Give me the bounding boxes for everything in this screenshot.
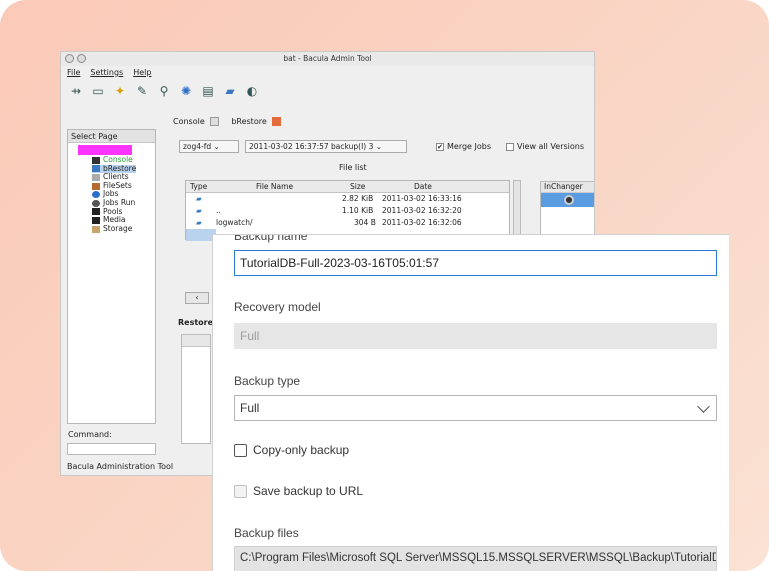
filesets-icon xyxy=(92,182,100,190)
backup-name-label: Backup name xyxy=(234,234,308,243)
tab-bar: Console bRestore xyxy=(173,117,282,126)
folder-icon: ▰ xyxy=(196,218,202,227)
folder-icon: ▰ xyxy=(196,206,202,215)
tab-brestore[interactable]: bRestore xyxy=(231,117,282,126)
folder-icon[interactable]: ▰ xyxy=(221,82,239,100)
view-all-versions-label: View all Versions xyxy=(517,142,585,151)
command-input[interactable] xyxy=(67,443,156,455)
command-label: Command: xyxy=(68,430,112,439)
tab-console[interactable]: Console xyxy=(173,117,220,126)
recovery-model-field: Full xyxy=(234,323,717,349)
table-row[interactable]: ▰ 2.82 KiB 2011-03-02 16:33:16 xyxy=(186,193,509,205)
recovery-model-label: Recovery model xyxy=(234,300,321,314)
changer-row[interactable] xyxy=(541,193,594,207)
select-page-header: Select Page xyxy=(68,130,155,143)
in-changer-icon xyxy=(564,195,574,205)
tab-label: bRestore xyxy=(231,117,267,126)
file-size: 2.82 KiB xyxy=(342,194,374,203)
tree-root-director[interactable] xyxy=(78,145,132,155)
backup-name-input[interactable]: TutorialDB-Full-2023-03-16T05:01:57 xyxy=(234,250,717,276)
file-list-header: Type File Name Size Date xyxy=(186,181,509,193)
page-tree: Console bRestore Clients FileSets Jobs J… xyxy=(92,155,137,234)
status-bar-text: Bacula Administration Tool xyxy=(67,462,174,471)
file-size: 1.10 KiB xyxy=(342,206,374,215)
changer-header: InChanger xyxy=(541,182,594,193)
client-combo-value: zog4-fd xyxy=(183,142,212,151)
toolbar: ⇸ ▭ ✦ ✎ ⚲ ✺ ▤ ▰ ◐ xyxy=(67,82,261,100)
tree-item-storage[interactable]: Storage xyxy=(92,223,136,234)
file-date: 2011-03-02 16:32:06 xyxy=(382,218,462,227)
previous-button[interactable]: ‹ xyxy=(185,292,209,304)
restore-table xyxy=(181,334,211,444)
save-to-url-label: Save backup to URL xyxy=(253,484,364,498)
window-icon[interactable]: ▭ xyxy=(89,82,107,100)
tree-item-label: Storage xyxy=(103,223,133,233)
window-title: bat - Bacula Admin Tool xyxy=(283,54,372,63)
column-header-date[interactable]: Date xyxy=(414,182,432,191)
checkbox-disabled-icon xyxy=(234,484,247,498)
table-row[interactable]: ▰ logwatch/ 304 B 2011-03-02 16:32:06 xyxy=(186,217,509,229)
restore-icon xyxy=(92,165,100,173)
console-icon xyxy=(92,156,100,164)
table-row[interactable]: ▰ .. 1.10 KiB 2011-03-02 16:32:20 xyxy=(186,205,509,217)
client-combo[interactable]: zog4-fd ⌄ xyxy=(179,140,239,153)
jobs-run-icon xyxy=(92,199,100,207)
close-icon[interactable] xyxy=(272,117,282,126)
copy-only-checkbox[interactable]: Copy-only backup xyxy=(234,443,349,457)
changer-table: InChanger xyxy=(540,181,594,241)
merge-jobs-checkbox[interactable]: ✔ Merge Jobs xyxy=(436,142,491,151)
chevron-down-icon xyxy=(697,400,710,413)
copy-only-label: Copy-only backup xyxy=(253,443,350,457)
file-name: .. xyxy=(216,206,221,215)
storage-icon xyxy=(92,225,100,233)
restore-table-header xyxy=(182,335,210,347)
backup-files-path[interactable]: C:\Program Files\Microsoft SQL Server\MS… xyxy=(234,546,717,571)
select-page-panel: Select Page Console bRestore Clients Fil… xyxy=(67,129,156,424)
menu-file[interactable]: File xyxy=(67,68,80,77)
backup-files-label: Backup files xyxy=(234,526,299,540)
file-list-table: Type File Name Size Date ▰ 2.82 KiB 2011… xyxy=(185,180,510,241)
checkbox-icon xyxy=(234,443,247,457)
title-bar: bat - Bacula Admin Tool xyxy=(61,52,594,66)
backup-type-value: Full xyxy=(240,401,260,415)
file-name: logwatch/ xyxy=(216,218,253,227)
edit-icon[interactable]: ✎ xyxy=(133,82,151,100)
file-date: 2011-03-02 16:32:20 xyxy=(382,206,462,215)
restore-label: Restore xyxy=(178,318,214,327)
close-icon[interactable] xyxy=(210,117,220,126)
backup-type-label: Backup type xyxy=(234,374,301,388)
file-list-scrollbar[interactable] xyxy=(513,180,521,240)
media-icon xyxy=(92,216,100,224)
menu-bar: File Settings Help xyxy=(67,68,151,77)
column-header-type[interactable]: Type xyxy=(190,182,207,191)
file-size: 304 B xyxy=(354,218,376,227)
backup-type-select[interactable]: Full xyxy=(234,395,717,421)
pools-icon xyxy=(92,208,100,216)
checkbox-icon xyxy=(506,142,514,151)
checkbox-checked-icon: ✔ xyxy=(436,142,444,151)
view-all-versions-checkbox[interactable]: View all Versions xyxy=(506,142,584,151)
file-date: 2011-03-02 16:33:16 xyxy=(382,194,462,203)
column-header-size[interactable]: Size xyxy=(350,182,365,191)
clients-icon xyxy=(92,173,100,181)
save-to-url-checkbox: Save backup to URL xyxy=(234,484,363,498)
menu-help[interactable]: Help xyxy=(133,68,151,77)
refresh-icon[interactable]: ✺ xyxy=(177,82,195,100)
merge-jobs-label: Merge Jobs xyxy=(447,142,492,151)
label-icon[interactable]: ▤ xyxy=(199,82,217,100)
backup-options-panel: Backup name TutorialDB-Full-2023-03-16T0… xyxy=(212,234,729,571)
file-list-label: File list xyxy=(339,163,367,172)
folder-icon: ▰ xyxy=(196,194,202,203)
job-combo[interactable]: 2011-03-02 16:37:57 backup(I) 3 ⌄ xyxy=(245,140,407,153)
connect-icon[interactable]: ⇸ xyxy=(67,82,85,100)
menu-settings[interactable]: Settings xyxy=(90,68,123,77)
star-icon[interactable]: ✦ xyxy=(111,82,129,100)
tab-label: Console xyxy=(173,117,205,126)
jobs-icon xyxy=(92,191,100,199)
query-icon[interactable]: ⚲ xyxy=(155,82,173,100)
column-header-file-name[interactable]: File Name xyxy=(256,182,293,191)
background-card: bat - Bacula Admin Tool File Settings He… xyxy=(0,0,769,571)
job-combo-value: 2011-03-02 16:37:57 backup(I) 3 xyxy=(249,142,374,151)
status-icon[interactable]: ◐ xyxy=(243,82,261,100)
